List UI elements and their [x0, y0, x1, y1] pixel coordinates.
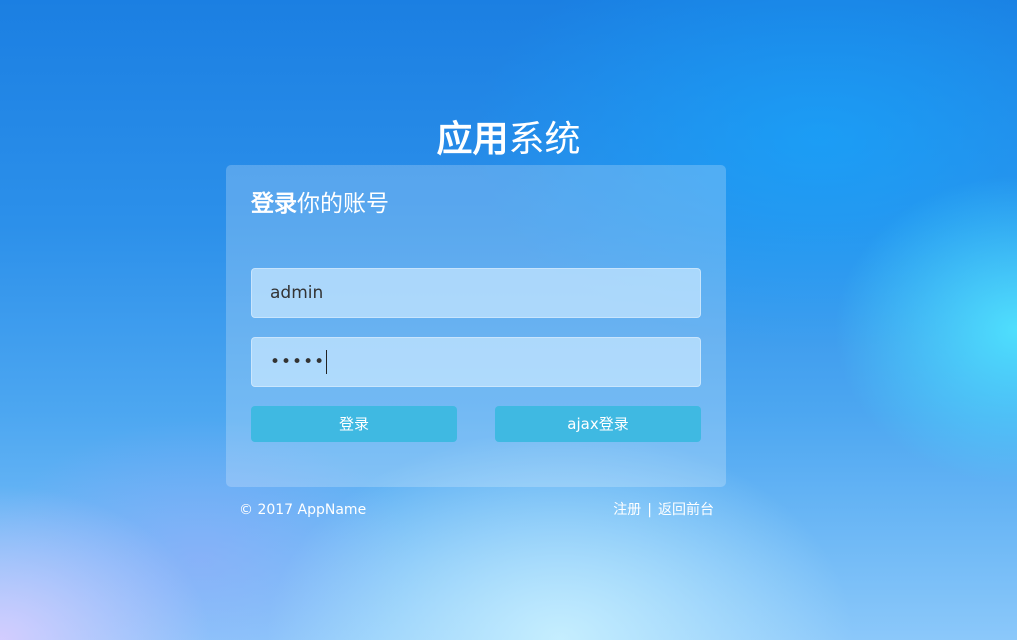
- username-value: admin: [270, 283, 324, 303]
- register-link[interactable]: 注册: [613, 502, 641, 518]
- password-value: •••••: [270, 352, 326, 372]
- password-input[interactable]: •••••: [251, 337, 701, 387]
- app-title-light: 系统: [508, 119, 581, 160]
- login-heading-light: 你的账号: [297, 191, 389, 217]
- login-button[interactable]: 登录: [251, 406, 457, 442]
- text-caret: [326, 350, 328, 374]
- footer-links: 注册 | 返回前台: [613, 500, 714, 520]
- back-to-frontend-link[interactable]: 返回前台: [658, 502, 714, 518]
- app-title: 应用系统: [0, 116, 1017, 164]
- copyright-text: © 2017 AppName: [239, 502, 367, 518]
- app-title-strong: 应用: [436, 119, 509, 160]
- ajax-login-button[interactable]: ajax登录: [495, 406, 701, 442]
- login-heading: 登录你的账号: [251, 187, 389, 221]
- username-input[interactable]: admin: [251, 268, 701, 318]
- login-heading-strong: 登录: [251, 191, 297, 217]
- footer-separator: |: [647, 502, 652, 518]
